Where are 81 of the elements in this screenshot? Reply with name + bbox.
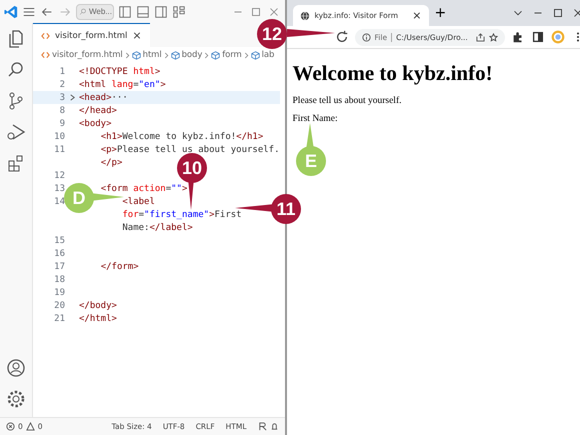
- star-icon[interactable]: [488, 32, 498, 42]
- code-text: <head>···: [79, 92, 128, 102]
- cube-icon: [170, 50, 180, 60]
- search-field[interactable]: Web...: [76, 4, 114, 20]
- line-number: 15: [53, 236, 65, 246]
- reload-icon[interactable]: [334, 30, 349, 44]
- code-text: <form action="">: [100, 184, 188, 194]
- globe-icon: [300, 10, 310, 20]
- breadcrumb-item[interactable]: form: [222, 50, 242, 60]
- page-heading: Welcome to kybz.info!: [292, 61, 494, 86]
- chevron-icon: [204, 52, 210, 58]
- line-number: 17: [53, 262, 65, 272]
- feedback-icon[interactable]: [258, 422, 267, 431]
- line-number: 16: [53, 248, 65, 258]
- close-tab-button[interactable]: ×: [132, 29, 142, 42]
- error-icon[interactable]: [6, 422, 15, 431]
- code-text: <label: [122, 196, 155, 206]
- cube-icon: [250, 50, 260, 60]
- sidebar-layout-icon[interactable]: [118, 4, 132, 18]
- code-text: </head>: [79, 106, 117, 116]
- fold-chevron-icon[interactable]: [68, 94, 76, 101]
- letter-callout: E: [296, 146, 326, 176]
- code-text: </html>: [79, 314, 117, 324]
- line-number: 11: [53, 144, 65, 154]
- app-logo-icon: [4, 4, 18, 18]
- close-tab-button[interactable]: ×: [412, 9, 422, 22]
- chevron-icon: [124, 52, 130, 58]
- code-text: <html lang="en">: [79, 80, 166, 90]
- form-label: First Name:: [292, 114, 339, 124]
- panel-layout-icon[interactable]: [136, 4, 150, 18]
- step-callout: 11: [271, 194, 301, 224]
- side-panel-icon[interactable]: [530, 30, 545, 44]
- code-text: </body>: [79, 300, 117, 310]
- line-number: 3: [58, 92, 65, 102]
- split-layout-icon[interactable]: [154, 4, 168, 18]
- line-number: 12: [53, 170, 65, 180]
- breadcrumb-item[interactable]: visitor_form.html: [52, 50, 123, 60]
- bell-icon[interactable]: [270, 422, 279, 431]
- settings-icon[interactable]: [6, 389, 26, 409]
- editor-tab[interactable]: visitor_form.html ×: [33, 22, 150, 48]
- code-text: <!DOCTYPE html>: [79, 66, 160, 76]
- page-paragraph: Please tell us about yourself.: [292, 96, 402, 106]
- code-text: Name:</label>: [122, 222, 193, 232]
- breadcrumb-item[interactable]: lab: [262, 50, 274, 60]
- code-text: <p>Please tell us about yourself.: [100, 144, 280, 154]
- new-tab-button[interactable]: +: [434, 5, 446, 21]
- line-number: 20: [53, 300, 65, 310]
- code-text: for="first_name">First: [122, 210, 242, 220]
- chevron-icon: [164, 52, 169, 58]
- share-icon[interactable]: [476, 32, 485, 42]
- line-number: 19: [53, 288, 65, 298]
- line-number: 13: [53, 184, 65, 194]
- warning-icon[interactable]: [26, 422, 35, 431]
- code-text: </p>: [100, 158, 122, 168]
- search-icon: [79, 8, 87, 16]
- chevron-icon: [244, 52, 249, 58]
- callout-pointer: [287, 29, 335, 37]
- code-text: <body>: [79, 118, 112, 128]
- line-number: 1: [58, 66, 65, 76]
- info-icon: [362, 32, 371, 42]
- layout-grid-icon[interactable]: [172, 4, 186, 18]
- step-callout: 10: [177, 153, 207, 183]
- cube-icon: [211, 50, 220, 60]
- line-number: 2: [58, 80, 65, 90]
- line-number: 10: [53, 132, 65, 142]
- breadcrumb-item[interactable]: html: [142, 50, 162, 60]
- run-debug-icon[interactable]: [6, 122, 26, 142]
- line-number: 9: [58, 118, 65, 128]
- code-text: <h1>Welcome to kybz.info!</h1>: [100, 132, 264, 142]
- tab-label: visitor_form.html: [55, 30, 128, 40]
- cube-icon: [132, 50, 141, 60]
- line-number: 14: [53, 196, 65, 206]
- code-text: </form>: [100, 262, 139, 272]
- line-number: 21: [53, 314, 65, 324]
- code-brackets-icon: [41, 51, 50, 59]
- account-icon[interactable]: [6, 358, 26, 378]
- line-number: 8: [58, 106, 65, 116]
- letter-callout: D: [64, 183, 94, 213]
- breadcrumb-item[interactable]: body: [182, 50, 202, 60]
- line-number: 18: [53, 274, 65, 284]
- code-brackets-icon: [41, 32, 50, 40]
